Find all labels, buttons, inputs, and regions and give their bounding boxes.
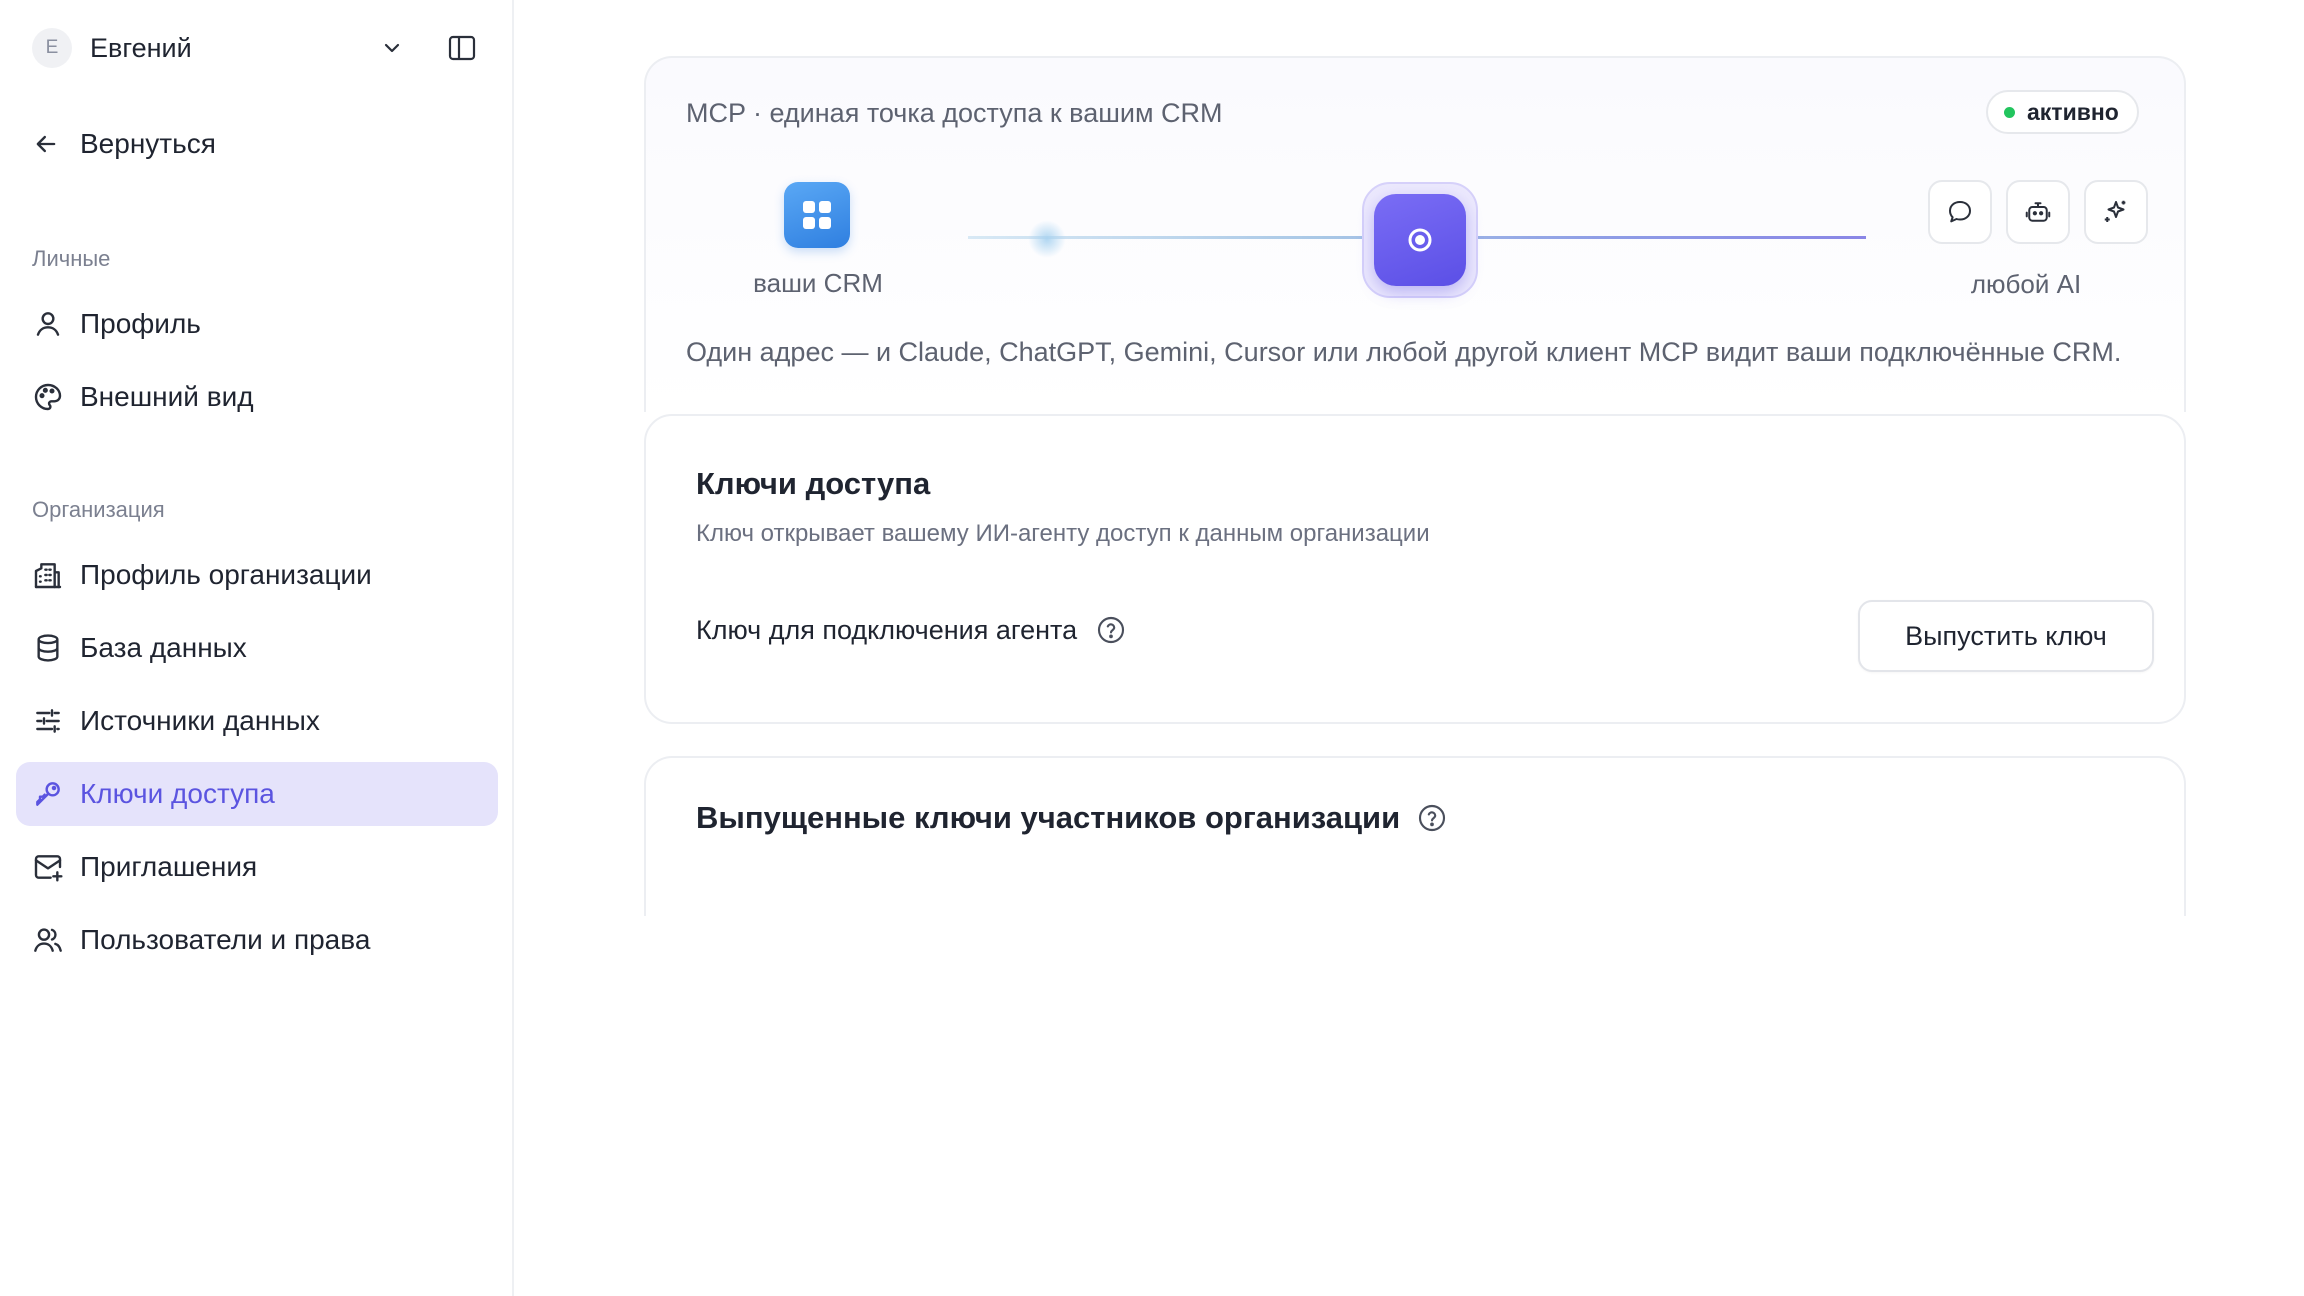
access-keys-card: Ключи доступа Ключ открывает вашему ИИ-а… <box>644 414 2186 724</box>
hub-target-icon <box>1374 194 1466 286</box>
sidebar: E Евгений Вернуться Личные Профиль Внешн… <box>0 0 514 1296</box>
sidebar-item-invitations[interactable]: Приглашения <box>16 835 498 899</box>
sidebar-item-profile[interactable]: Профиль <box>16 292 498 356</box>
sidebar-item-org-profile[interactable]: Профиль организации <box>16 543 498 607</box>
crm-label: ваши CRM <box>753 268 883 298</box>
sidebar-item-label: Профиль <box>80 308 201 339</box>
sidebar-item-label: База данных <box>80 632 247 663</box>
sidebar-toggle-icon[interactable] <box>446 32 478 64</box>
users-icon <box>34 928 62 952</box>
sidebar-item-label: Пользователи и права <box>80 924 371 955</box>
palette-icon <box>34 383 62 411</box>
user-switcher[interactable]: E Евгений <box>32 28 488 68</box>
ai-label: любой AI <box>1970 269 2082 299</box>
back-label: Вернуться <box>80 128 216 159</box>
status-text: активно <box>2027 98 2119 125</box>
mcp-description: Один адрес — и Claude, ChatGPT, Gemini, … <box>686 337 2122 367</box>
avatar: E <box>32 28 72 68</box>
sidebar-item-database[interactable]: База данных <box>16 616 498 680</box>
sidebar-item-label: Профиль организации <box>80 559 372 590</box>
mcp-card: MCP · единая точка доступа к вашим CRM а… <box>644 56 2186 412</box>
user-name: Евгений <box>90 32 192 63</box>
sliders-icon <box>36 709 60 733</box>
ai-clients <box>1928 180 2148 244</box>
building-icon <box>34 563 62 589</box>
section-label-organization: Организация <box>32 497 165 522</box>
sidebar-item-label: Приглашения <box>80 851 258 882</box>
help-circle-icon[interactable] <box>1095 614 1127 646</box>
flow-glow <box>1028 220 1066 258</box>
key-icon <box>36 782 60 806</box>
sidebar-item-data-sources[interactable]: Источники данных <box>16 689 498 753</box>
agent-key-label: Ключ для подключения агента <box>696 614 1078 645</box>
sidebar-item-access-keys[interactable]: Ключи доступа <box>16 762 498 826</box>
section-label-personal: Личные <box>32 246 111 271</box>
chat-bubble-icon <box>1928 180 1992 244</box>
agent-key-row: Ключ для подключения агента <box>696 614 1127 646</box>
mcp-hub <box>1362 182 1478 298</box>
mcp-title: MCP · единая точка доступа к вашим CRM <box>686 98 1223 128</box>
database-icon <box>37 634 59 662</box>
sidebar-item-label: Источники данных <box>80 705 320 736</box>
member-keys-header: Выпущенные ключи участников организации <box>696 800 1448 836</box>
bot-icon <box>2006 180 2070 244</box>
sidebar-item-label: Внешний вид <box>80 381 254 412</box>
mail-plus-icon <box>34 855 63 882</box>
status-badge: активно <box>1986 90 2139 134</box>
issue-key-button[interactable]: Выпустить ключ <box>1858 600 2154 672</box>
user-icon <box>36 312 60 336</box>
back-link[interactable]: Вернуться <box>32 124 216 164</box>
status-dot <box>2004 106 2015 118</box>
chevron-down-icon[interactable] <box>380 36 404 60</box>
sidebar-item-label: Ключи доступа <box>80 778 275 809</box>
help-circle-icon[interactable] <box>1416 802 1448 834</box>
keys-title: Ключи доступа <box>696 466 931 501</box>
sidebar-item-users[interactable]: Пользователи и права <box>16 908 498 972</box>
sidebar-item-appearance[interactable]: Внешний вид <box>16 365 498 429</box>
arrow-left-icon <box>36 135 56 153</box>
crm-grid-icon <box>784 182 850 248</box>
member-keys-card: Выпущенные ключи участников организации <box>644 756 2186 916</box>
member-keys-title: Выпущенные ключи участников организации <box>696 800 1401 835</box>
sparkles-icon <box>2084 180 2148 244</box>
keys-subtitle: Ключ открывает вашему ИИ-агенту доступ к… <box>696 520 1430 547</box>
